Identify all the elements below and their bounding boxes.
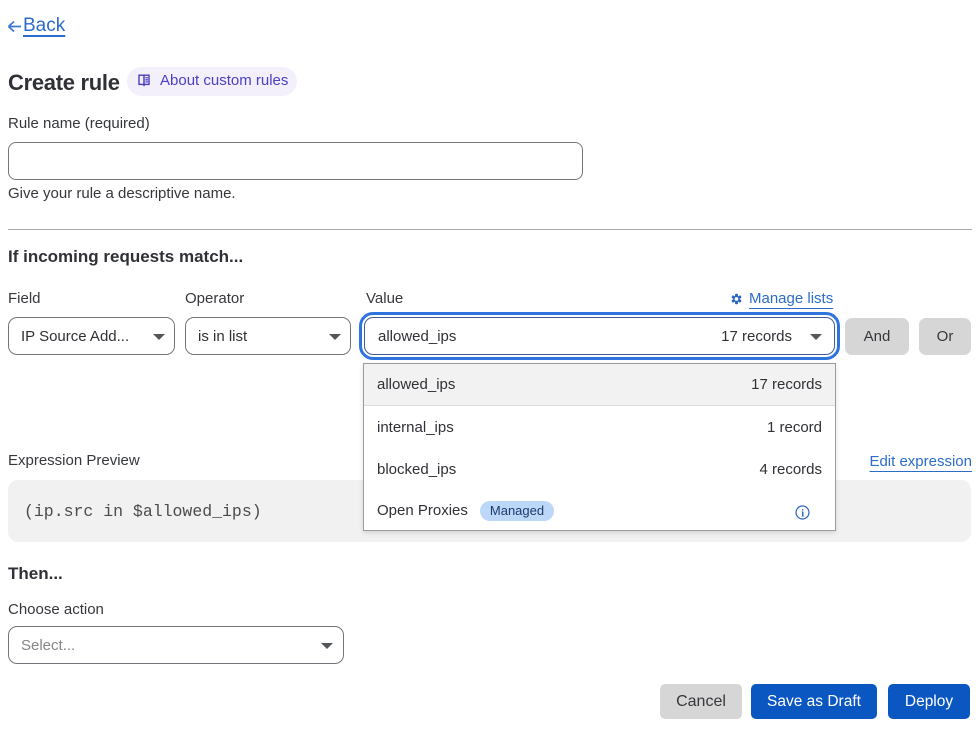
svg-text:i: i [801,508,804,519]
